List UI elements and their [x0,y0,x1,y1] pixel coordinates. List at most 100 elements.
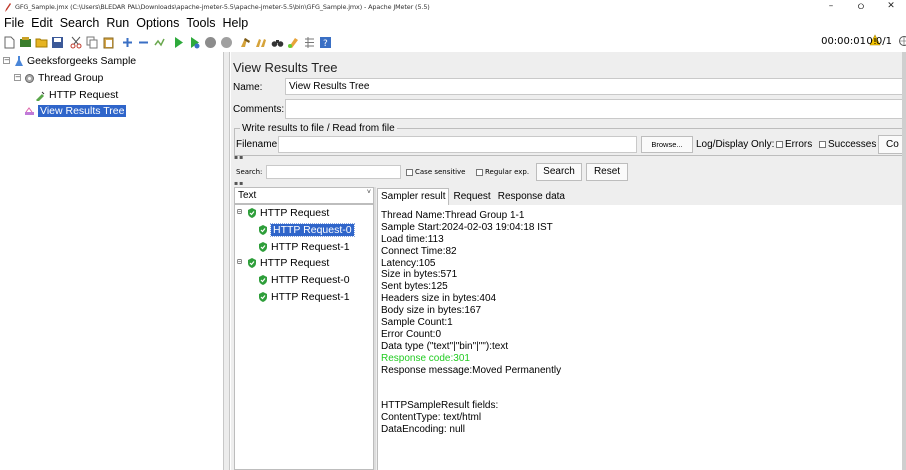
sample-node[interactable]: HTTP Request [247,257,329,269]
reset-search-icon[interactable] [287,36,300,49]
stop-icon[interactable] [204,36,217,49]
reset-button[interactable]: Reset [586,163,628,181]
errors-checkbox[interactable]: Errors [776,139,812,150]
case-sensitive-label: Case sensitive [415,168,466,176]
name-field[interactable]: View Results Tree [285,78,906,95]
tree-node-test-plan[interactable]: Geeksforgeeks Sample [13,55,136,67]
clear-all-icon[interactable] [255,36,268,49]
toggle-icon[interactable] [153,36,166,49]
comments-label: Comments: [233,104,285,115]
case-sensitive-checkbox[interactable]: Case sensitive [406,168,465,176]
subresult-node[interactable]: HTTP Request-1 [258,291,350,303]
success-shield-icon [259,275,267,285]
open-folder-icon[interactable] [35,36,48,49]
maximize-button[interactable]: ⭘ [846,0,876,14]
copy-icon[interactable] [86,36,99,49]
splitter-grip[interactable]: ▪▪ [234,181,244,187]
errors-checkbox-box[interactable] [776,141,783,148]
name-label: Name: [233,82,263,93]
sampler-result-line: Size in bytes:571 [381,269,458,281]
tree-node-view-results-tree[interactable]: View Results Tree [24,105,127,117]
menu-file[interactable]: File [4,16,24,30]
file-fieldset-legend: Write results to file / Read from file [240,123,397,134]
sampler-result-line: Sample Start:2024-02-03 19:04:18 IST [381,221,553,233]
search-binoculars-icon[interactable] [271,36,284,49]
menu-tools[interactable]: Tools [186,16,215,30]
cut-icon[interactable] [70,36,83,49]
sampler-result-line: Sample Count:1 [381,317,453,329]
regular-exp-checkbox[interactable]: Regular exp. [476,168,529,176]
active-threads: 0/1 [875,36,892,47]
tree-splitter[interactable] [224,52,230,470]
search-button[interactable]: Search [536,163,582,181]
search-input[interactable] [266,165,401,179]
renderer-select[interactable]: Text ˅ [234,187,374,204]
success-shield-icon [259,292,267,302]
panel-title: View Results Tree [233,60,338,75]
errors-checkbox-label: Errors [785,139,813,150]
tab-response-data[interactable]: Response data [495,189,568,205]
menu-options[interactable]: Options [136,16,179,30]
menu-help[interactable]: Help [223,16,249,30]
subresult-node[interactable]: HTTP Request-0 [258,223,355,237]
sample-node[interactable]: HTTP Request [247,207,329,219]
new-icon[interactable] [3,36,16,49]
clear-icon[interactable] [239,36,252,49]
jmeter-feather-icon [4,2,12,12]
expand-root-toggle[interactable]: − [3,57,10,64]
chevron-down-icon[interactable]: ˅ [367,189,371,196]
sampler-result-line: Latency:105 [381,257,436,269]
expand-thread-group-toggle[interactable]: − [14,74,21,81]
close-button[interactable]: ✕ [876,0,906,14]
case-sensitive-box[interactable] [406,168,413,176]
sampler-result-line: Connect Time:82 [381,245,457,257]
help-icon[interactable]: ? [319,36,332,49]
sampler-result-line: ContentType: text/html [381,412,482,424]
menu-run[interactable]: Run [106,16,129,30]
subresult-label: HTTP Request-1 [271,241,350,253]
successes-checkbox[interactable]: Successes [819,139,876,150]
tree-node-thread-group[interactable]: Thread Group [24,72,103,84]
tree-node-label: Thread Group [38,72,104,84]
minimize-button[interactable]: – [816,0,846,14]
listener-icon [24,106,35,117]
tree-node-label: HTTP Request [49,89,119,101]
regular-exp-label: Regular exp. [485,168,530,176]
tree-node-http-request[interactable]: HTTP Request [35,89,118,101]
function-helper-icon[interactable] [303,36,316,49]
expand-icon[interactable] [121,36,134,49]
save-icon[interactable] [51,36,64,49]
sampler-result-line: Headers size in bytes:404 [381,293,497,305]
shutdown-icon[interactable] [220,36,233,49]
paste-icon[interactable] [102,36,115,49]
subresult-label: HTTP Request-1 [271,291,350,303]
tree-node-label: View Results Tree [38,105,127,117]
successes-checkbox-box[interactable] [819,141,826,148]
search-label: Search: [236,168,263,176]
sampler-result-line: DataEncoding: null [381,424,465,436]
filename-field[interactable] [278,136,637,153]
templates-icon[interactable] [19,36,32,49]
collapse-sample-1-toggle[interactable]: ⊟ [237,207,242,216]
tab-request[interactable]: Request [450,189,493,205]
subresult-node[interactable]: HTTP Request-0 [258,274,350,286]
start-no-pauses-icon[interactable] [188,36,201,49]
results-splitter[interactable] [374,187,376,470]
collapse-icon[interactable] [137,36,150,49]
sampler-result-line: Error Count:0 [381,328,442,340]
sampler-result-line: HTTPSampleResult fields: [381,400,499,412]
menu-search[interactable]: Search [60,16,100,30]
regular-exp-box[interactable] [476,168,483,176]
globe-icon [898,36,906,46]
comments-field[interactable] [285,99,906,119]
tab-sampler-result[interactable]: Sampler result [377,188,450,205]
sample-label: HTTP Request [260,257,330,269]
splitter-grip[interactable]: ▪▪ [234,155,244,161]
vertical-scrollbar[interactable] [902,52,906,470]
browse-button[interactable]: Browse... [641,136,693,153]
collapse-sample-2-toggle[interactable]: ⊟ [237,257,242,266]
subresult-node[interactable]: HTTP Request-1 [258,241,350,253]
start-icon[interactable] [172,36,185,49]
menu-edit[interactable]: Edit [31,16,53,30]
success-shield-icon [259,242,267,252]
